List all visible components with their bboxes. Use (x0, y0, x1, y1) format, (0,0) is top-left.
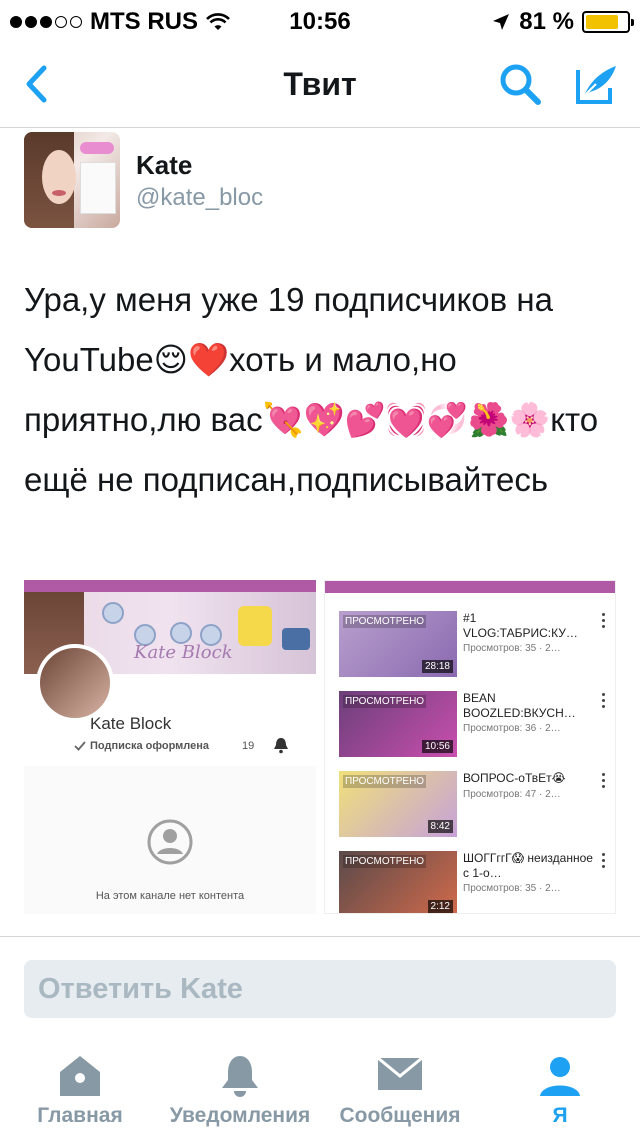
watched-tag: ПРОСМОТРЕНО (343, 615, 427, 628)
home-icon (60, 1056, 100, 1096)
author-name[interactable]: Kate (136, 150, 192, 181)
video-views: Просмотров: 36 · 2… (463, 723, 561, 734)
subscription-status: Подписка оформлена (90, 740, 210, 752)
video-item[interactable]: ПРОСМОТРЕНО 8:42 ВОПРОС-оТвЕт😭 Просмотров: … (339, 771, 611, 841)
video-item[interactable]: ПРОСМОТРЕНО 28:18 #1 VLOG:ТАБРИС:КУ… Просмо… (339, 611, 611, 681)
video-duration: 8:42 (427, 820, 453, 833)
check-icon (74, 741, 86, 751)
tab-home[interactable]: Главная (0, 1040, 160, 1136)
video-duration: 2:12 (427, 900, 453, 913)
more-options-icon[interactable] (597, 693, 609, 708)
tab-bar: Главная Уведомления Сообщения Я (0, 1040, 640, 1136)
search-button[interactable] (498, 62, 542, 106)
battery-percentage: 81 % (519, 8, 574, 35)
video-views: Просмотров: 47 · 2… (463, 789, 561, 800)
more-options-icon[interactable] (597, 613, 609, 628)
tab-notifications[interactable]: Уведомления (160, 1040, 320, 1136)
channel-avatar (36, 644, 114, 722)
navigation-bar: Твит (0, 40, 640, 128)
channel-banner-text: Kate Block (134, 642, 233, 663)
avatar[interactable] (24, 132, 120, 228)
battery-icon (582, 11, 634, 33)
video-item[interactable]: ПРОСМОТРЕНО 2:12 ШОГГггГ😱 неизданное с 1-о… (339, 851, 611, 913)
video-thumbnail[interactable]: ПРОСМОТРЕНО 28:18 (339, 611, 457, 677)
video-views: Просмотров: 35 · 2… (463, 883, 561, 894)
video-thumbnail[interactable]: ПРОСМОТРЕНО 10:56 (339, 691, 457, 757)
media-image-videos[interactable]: ПРОСМОТРЕНО 28:18 #1 VLOG:ТАБРИС:КУ… Просмо… (324, 580, 616, 914)
envelope-icon (377, 1056, 423, 1090)
video-title[interactable]: ШОГГггГ😱 неизданное с 1-о… (463, 851, 593, 881)
reply-input[interactable] (24, 960, 616, 1018)
tweet-text: Ура,у меня уже 19 подписчиков на YouTube… (24, 281, 599, 498)
search-icon (500, 64, 541, 105)
channel-name: Kate Block (90, 714, 172, 733)
tab-me-label: Я (552, 1104, 568, 1127)
page-title: Твит (283, 66, 357, 102)
tab-home-label: Главная (37, 1104, 123, 1127)
subscriber-count: 19 (242, 740, 255, 752)
video-title[interactable]: #1 VLOG:ТАБРИС:КУ… (463, 611, 593, 641)
tab-notifications-label: Уведомления (169, 1104, 311, 1127)
video-thumbnail[interactable]: ПРОСМОТРЕНО 8:42 (339, 771, 457, 837)
video-duration: 10:56 (421, 740, 453, 753)
video-views: Просмотров: 35 · 2… (463, 643, 561, 654)
tab-messages-label: Сообщения (339, 1104, 461, 1127)
bell-icon (222, 1056, 258, 1097)
tab-me[interactable]: Я (480, 1040, 640, 1136)
tweet-media[interactable]: Kate Block Kate Block Подписка оформлена… (24, 580, 616, 914)
tab-messages[interactable]: Сообщения (320, 1040, 480, 1136)
more-options-icon[interactable] (597, 853, 609, 868)
divider (0, 936, 640, 937)
channel-empty-state: На этом канале нет контента (24, 766, 316, 914)
person-icon (540, 1057, 580, 1096)
bell-icon (274, 738, 288, 754)
watched-tag: ПРОСМОТРЕНО (343, 775, 427, 788)
video-title[interactable]: BEAN BOOZLED:ВКУСН… (463, 691, 593, 721)
empty-person-icon (147, 819, 193, 865)
watched-tag: ПРОСМОТРЕНО (343, 855, 427, 868)
video-duration: 28:18 (421, 660, 453, 673)
reply-box[interactable] (24, 960, 616, 1018)
status-bar: MTS RUS 10:56 81 % (0, 0, 640, 40)
battery-level (586, 15, 619, 29)
video-title[interactable]: ВОПРОС-оТвЕт😭 (463, 771, 593, 787)
watched-tag: ПРОСМОТРЕНО (343, 695, 427, 708)
author-handle[interactable]: @kate_bloc (136, 184, 263, 212)
tweet-author[interactable]: Kate @kate_bloc (24, 132, 624, 232)
empty-channel-message: На этом канале нет контента (95, 890, 245, 902)
compose-button[interactable] (574, 62, 618, 106)
status-right: 81 % (491, 8, 634, 36)
video-thumbnail[interactable]: ПРОСМОТРЕНО 2:12 (339, 851, 457, 913)
compose-icon (576, 66, 616, 104)
more-options-icon[interactable] (597, 773, 609, 788)
location-arrow-icon (493, 14, 510, 30)
video-item[interactable]: ПРОСМОТРЕНО 10:56 BEAN BOOZLED:ВКУСН… Просм… (339, 691, 611, 761)
media-image-channel[interactable]: Kate Block Kate Block Подписка оформлена… (24, 580, 316, 914)
